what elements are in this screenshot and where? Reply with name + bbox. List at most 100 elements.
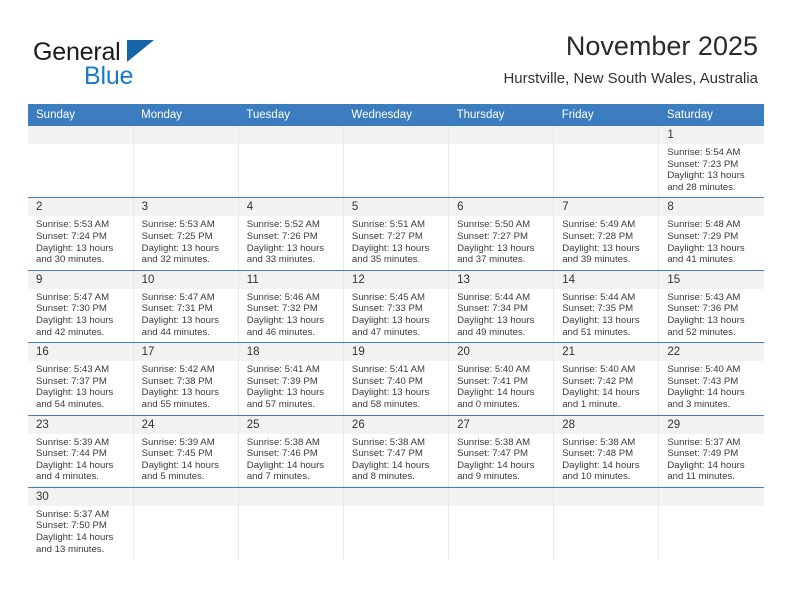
sunrise-time: Sunrise: 5:39 AM: [36, 436, 110, 448]
calendar-day-cell[interactable]: 15 Sunrise: 5:43 AM Sunset: 7:36 PM Dayligh…: [658, 270, 764, 344]
calendar-day-cell[interactable]: 12 Sunrise: 5:45 AM Sunset: 7:33 PM Dayligh…: [342, 270, 450, 344]
daylight-duration: Daylight: 14 hours and 0 minutes.: [457, 387, 535, 410]
calendar-day-cell[interactable]: 17 Sunrise: 5:42 AM Sunset: 7:38 PM Dayligh…: [132, 342, 239, 416]
calendar-day-cell[interactable]: 27 Sunrise: 5:38 AM Sunset: 7:47 PM Dayligh…: [448, 415, 555, 488]
page-subtitle: Hurstville, New South Wales, Australia: [503, 70, 758, 87]
day-details: Sunrise: 5:47 AM Sunset: 7:30 PM Daylight:…: [28, 289, 133, 342]
day-details: Sunrise: 5:39 AM Sunset: 7:45 PM Daylight:…: [134, 434, 238, 487]
day-number: 14: [554, 270, 659, 289]
day-number: 23: [28, 415, 133, 434]
day-number: 16: [28, 343, 133, 362]
calendar-day-cell[interactable]: 30 Sunrise: 5:37 AM Sunset: 7:50 PM Dayligh…: [28, 487, 134, 560]
calendar-day-cell[interactable]: 1 Sunrise: 5:54 AM Sunset: 7:23 PM Daylight…: [658, 126, 764, 199]
calendar-day-cell[interactable]: 21 Sunrise: 5:40 AM Sunset: 7:42 PM Dayligh…: [553, 342, 660, 416]
day-number: [238, 126, 343, 144]
calendar-day-cell[interactable]: 22 Sunrise: 5:40 AM Sunset: 7:43 PM Dayligh…: [658, 342, 764, 416]
day-details: Sunrise: 5:53 AM Sunset: 7:25 PM Daylight:…: [134, 216, 238, 269]
calendar-empty-cell: [237, 487, 344, 560]
daylight-duration: Daylight: 14 hours and 4 minutes.: [36, 459, 114, 483]
sunrise-time: Sunrise: 5:44 AM: [562, 291, 636, 303]
sunset-time: Sunset: 7:32 PM: [246, 303, 318, 315]
calendar-day-cell[interactable]: 10 Sunrise: 5:47 AM Sunset: 7:31 PM Dayligh…: [132, 270, 239, 344]
calendar-body: 1 Sunrise: 5:54 AM Sunset: 7:23 PM Daylight…: [28, 126, 764, 560]
day-number: 6: [449, 198, 554, 217]
sunrise-time: Sunrise: 5:42 AM: [141, 364, 215, 376]
day-details: Sunrise: 5:46 AM Sunset: 7:32 PM Daylight:…: [239, 289, 343, 342]
day-details: Sunrise: 5:37 AM Sunset: 7:50 PM Daylight:…: [28, 506, 133, 559]
day-number: 11: [238, 270, 343, 289]
calendar-day-cell[interactable]: 5 Sunrise: 5:51 AM Sunset: 7:27 PM Daylight…: [342, 197, 450, 271]
daylight-duration: Daylight: 13 hours and 51 minutes.: [562, 314, 640, 338]
day-number: [238, 487, 343, 506]
weekday-header-monday: Monday: [133, 104, 239, 126]
calendar-day-cell[interactable]: 14 Sunrise: 5:44 AM Sunset: 7:35 PM Dayligh…: [553, 270, 660, 344]
calendar-day-cell[interactable]: 3 Sunrise: 5:53 AM Sunset: 7:25 PM Daylight…: [132, 197, 239, 271]
calendar-day-cell[interactable]: 23 Sunrise: 5:39 AM Sunset: 7:44 PM Dayligh…: [28, 415, 134, 488]
calendar-day-cell[interactable]: 20 Sunrise: 5:40 AM Sunset: 7:41 PM Dayligh…: [448, 342, 555, 416]
calendar-day-cell[interactable]: 4 Sunrise: 5:52 AM Sunset: 7:26 PM Daylight…: [237, 197, 344, 271]
sunrise-time: Sunrise: 5:50 AM: [457, 219, 531, 231]
calendar-day-cell[interactable]: 9 Sunrise: 5:47 AM Sunset: 7:30 PM Daylight…: [28, 270, 134, 344]
calendar-week-row: 9 Sunrise: 5:47 AM Sunset: 7:30 PM Daylight…: [28, 270, 764, 344]
daylight-duration: Daylight: 13 hours and 42 minutes.: [36, 314, 114, 338]
daylight-duration: Daylight: 14 hours and 9 minutes.: [457, 459, 535, 483]
sunset-time: Sunset: 7:23 PM: [667, 158, 739, 170]
day-details: Sunrise: 5:38 AM Sunset: 7:47 PM Daylight:…: [344, 434, 448, 487]
day-details: Sunrise: 5:41 AM Sunset: 7:40 PM Daylight:…: [344, 361, 448, 414]
calendar-day-cell[interactable]: 2 Sunrise: 5:53 AM Sunset: 7:24 PM Daylight…: [28, 197, 134, 271]
day-details: Sunrise: 5:54 AM Sunset: 7:23 PM Daylight:…: [659, 144, 764, 197]
general-blue-logo[interactable]: General Blue: [33, 38, 253, 90]
calendar-day-cell[interactable]: 25 Sunrise: 5:38 AM Sunset: 7:46 PM Dayligh…: [237, 415, 344, 488]
day-details: Sunrise: 5:37 AM Sunset: 7:49 PM Daylight:…: [659, 434, 764, 487]
sunset-time: Sunset: 7:42 PM: [562, 375, 634, 387]
day-number: [28, 126, 133, 144]
calendar-day-cell[interactable]: 29 Sunrise: 5:37 AM Sunset: 7:49 PM Dayligh…: [658, 415, 764, 488]
calendar-day-cell[interactable]: 6 Sunrise: 5:50 AM Sunset: 7:27 PM Daylight…: [448, 197, 555, 271]
daylight-duration: Daylight: 13 hours and 30 minutes.: [36, 242, 114, 266]
day-details: Sunrise: 5:50 AM Sunset: 7:27 PM Daylight:…: [449, 216, 553, 269]
calendar-day-cell[interactable]: 24 Sunrise: 5:39 AM Sunset: 7:45 PM Dayligh…: [132, 415, 239, 488]
day-number: [449, 487, 554, 506]
calendar-week-row: 16 Sunrise: 5:43 AM Sunset: 7:37 PM Dayligh…: [28, 342, 764, 416]
daylight-duration: Daylight: 13 hours and 28 minutes.: [667, 170, 745, 193]
calendar-day-cell[interactable]: 16 Sunrise: 5:43 AM Sunset: 7:37 PM Dayligh…: [28, 342, 134, 416]
calendar-empty-cell: [553, 487, 660, 560]
calendar-day-cell[interactable]: 26 Sunrise: 5:38 AM Sunset: 7:47 PM Dayligh…: [342, 415, 450, 488]
calendar-day-cell[interactable]: 13 Sunrise: 5:44 AM Sunset: 7:34 PM Dayligh…: [448, 270, 555, 344]
sunrise-time: Sunrise: 5:40 AM: [457, 364, 531, 376]
day-details: Sunrise: 5:47 AM Sunset: 7:31 PM Daylight:…: [134, 289, 238, 342]
weekday-header-sunday: Sunday: [28, 104, 134, 126]
day-details: Sunrise: 5:49 AM Sunset: 7:28 PM Daylight:…: [554, 216, 658, 269]
sunrise-time: Sunrise: 5:53 AM: [36, 219, 110, 231]
daylight-duration: Daylight: 13 hours and 46 minutes.: [246, 314, 325, 338]
day-number: [133, 487, 238, 506]
day-details: Sunrise: 5:38 AM Sunset: 7:47 PM Daylight:…: [449, 434, 553, 487]
day-number: 1: [659, 126, 764, 144]
daylight-duration: Daylight: 13 hours and 39 minutes.: [562, 242, 640, 266]
day-number: 5: [343, 198, 449, 217]
sunrise-time: Sunrise: 5:49 AM: [562, 219, 636, 231]
calendar-day-cell[interactable]: 19 Sunrise: 5:41 AM Sunset: 7:40 PM Dayligh…: [342, 342, 450, 416]
day-number: [659, 487, 764, 506]
page-title: November 2025: [565, 31, 758, 61]
day-number: 13: [449, 270, 554, 289]
calendar-day-cell[interactable]: 18 Sunrise: 5:41 AM Sunset: 7:39 PM Dayligh…: [237, 342, 344, 416]
day-number: 4: [238, 198, 343, 217]
calendar-day-cell[interactable]: 7 Sunrise: 5:49 AM Sunset: 7:28 PM Daylight…: [553, 197, 660, 271]
sunset-time: Sunset: 7:27 PM: [457, 230, 528, 242]
sunrise-time: Sunrise: 5:40 AM: [562, 364, 636, 376]
weekday-header-wednesday: Wednesday: [343, 104, 449, 126]
daylight-duration: Daylight: 13 hours and 44 minutes.: [141, 314, 219, 338]
calendar-header-row-group: Sunday Monday Tuesday Wednesday Thursday…: [28, 104, 764, 126]
sunrise-time: Sunrise: 5:40 AM: [667, 364, 741, 376]
sunset-time: Sunset: 7:27 PM: [351, 230, 423, 242]
daylight-duration: Daylight: 13 hours and 41 minutes.: [667, 242, 745, 266]
sunrise-time: Sunrise: 5:41 AM: [351, 364, 425, 376]
calendar-day-cell[interactable]: 28 Sunrise: 5:38 AM Sunset: 7:48 PM Dayligh…: [553, 415, 660, 488]
daylight-duration: Daylight: 13 hours and 47 minutes.: [351, 314, 430, 338]
calendar-day-cell[interactable]: 11 Sunrise: 5:46 AM Sunset: 7:32 PM Dayligh…: [237, 270, 344, 344]
calendar-day-cell[interactable]: 8 Sunrise: 5:48 AM Sunset: 7:29 PM Daylight…: [658, 197, 764, 271]
day-number: 20: [449, 343, 554, 362]
day-details: Sunrise: 5:39 AM Sunset: 7:44 PM Daylight:…: [28, 434, 133, 487]
calendar-empty-cell: [448, 487, 555, 560]
